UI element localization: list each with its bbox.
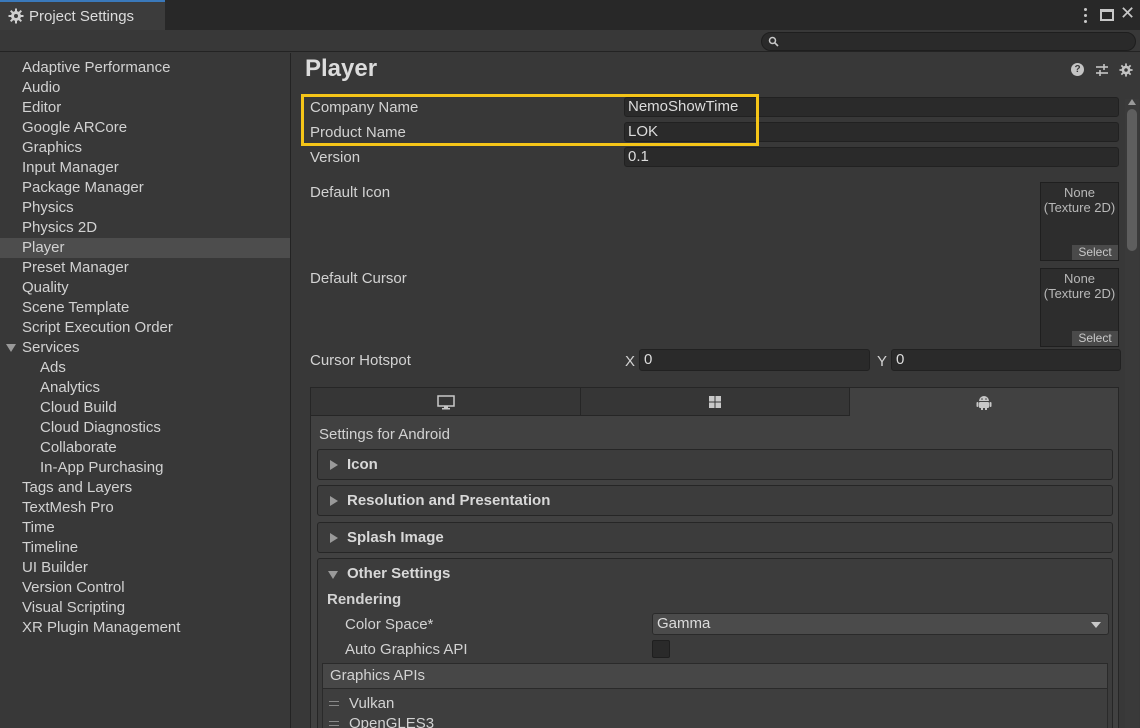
page-title: Player: [305, 55, 378, 82]
sidebar-item-services[interactable]: Services: [0, 338, 290, 358]
scroll-thumb[interactable]: [1127, 109, 1137, 251]
texture-type-text: (Texture 2D): [1043, 200, 1116, 215]
resolution-foldout[interactable]: Resolution and Presentation: [317, 485, 1113, 516]
title-bar: Project Settings ✕: [0, 0, 1140, 30]
select-button[interactable]: Select: [1072, 331, 1118, 346]
monitor-icon: [436, 395, 455, 410]
sidebar-item-visual-scripting[interactable]: Visual Scripting: [0, 598, 290, 618]
toolbar: [0, 30, 1140, 52]
presets-icon[interactable]: [1095, 63, 1109, 77]
platform-tabs: [311, 388, 1118, 416]
sidebar-item-timeline[interactable]: Timeline: [0, 538, 290, 558]
dropdown-arrow-icon: [1091, 622, 1101, 628]
color-space-dropdown[interactable]: Gamma: [652, 613, 1109, 635]
android-icon: [976, 396, 992, 410]
player-settings-panel: Player ? Company Name NemoShowTime Produ…: [292, 53, 1140, 728]
sidebar-item-preset-manager[interactable]: Preset Manager: [0, 258, 290, 278]
windows-icon: [709, 396, 721, 408]
sidebar-item-time[interactable]: Time: [0, 518, 290, 538]
sidebar-item-ui-builder[interactable]: UI Builder: [0, 558, 290, 578]
foldout-title: Resolution and Presentation: [347, 492, 551, 509]
rendering-heading: Rendering: [327, 591, 402, 608]
drag-handle-icon[interactable]: [329, 721, 339, 726]
cursor-hotspot-label: Cursor Hotspot: [310, 352, 411, 369]
texture-none-text: None: [1063, 185, 1096, 200]
sidebar-item-tags-and-layers[interactable]: Tags and Layers: [0, 478, 290, 498]
vertical-scrollbar[interactable]: [1125, 99, 1139, 728]
default-icon-slot[interactable]: None (Texture 2D) Select: [1040, 182, 1119, 261]
icon-foldout[interactable]: Icon: [317, 449, 1113, 480]
sidebar-item-editor[interactable]: Editor: [0, 98, 290, 118]
window-title: Project Settings: [29, 7, 135, 25]
graphics-apis-header: Graphics APIs: [323, 664, 1107, 689]
texture-type-text: (Texture 2D): [1043, 286, 1116, 301]
texture-none-text: None: [1063, 271, 1096, 286]
collapsed-arrow-icon: [330, 460, 338, 470]
tab-windows[interactable]: [581, 388, 850, 416]
foldout-title: Other Settings: [347, 565, 451, 582]
sidebar-item-textmesh-pro[interactable]: TextMesh Pro: [0, 498, 290, 518]
sidebar-item-package-manager[interactable]: Package Manager: [0, 178, 290, 198]
close-icon[interactable]: ✕: [1120, 4, 1135, 22]
sidebar-item-adaptive-performance[interactable]: Adaptive Performance: [0, 58, 290, 78]
foldout-title: Icon: [347, 456, 378, 473]
auto-graphics-api-checkbox[interactable]: [652, 640, 670, 658]
sidebar-item-google-arcore[interactable]: Google ARCore: [0, 118, 290, 138]
sidebar-item-audio[interactable]: Audio: [0, 78, 290, 98]
sidebar-item-in-app-purchasing[interactable]: In-App Purchasing: [0, 458, 290, 478]
sidebar-item-version-control[interactable]: Version Control: [0, 578, 290, 598]
maximize-icon[interactable]: [1100, 9, 1114, 21]
sidebar-item-ads[interactable]: Ads: [0, 358, 290, 378]
color-space-label: Color Space*: [345, 616, 434, 633]
scroll-up-arrow-icon[interactable]: [1128, 99, 1136, 105]
graphics-apis-list: Graphics APIs Vulkan OpenGLES3: [322, 663, 1108, 728]
default-cursor-label: Default Cursor: [310, 270, 407, 287]
other-settings-foldout[interactable]: Other Settings Rendering Color Space* Ga…: [317, 558, 1113, 728]
splash-image-foldout[interactable]: Splash Image: [317, 522, 1113, 553]
version-label: Version: [310, 149, 361, 166]
collapsed-arrow-icon: [330, 533, 338, 543]
color-space-value: Gamma: [657, 615, 711, 632]
expanded-arrow-icon: [328, 571, 338, 579]
hotspot-x-field[interactable]: 0: [639, 349, 870, 371]
sidebar-item-analytics[interactable]: Analytics: [0, 378, 290, 398]
sidebar-item-input-manager[interactable]: Input Manager: [0, 158, 290, 178]
hotspot-y-label: Y: [877, 353, 888, 370]
default-cursor-slot[interactable]: None (Texture 2D) Select: [1040, 268, 1119, 347]
highlight-box: [301, 94, 759, 146]
sidebar-item-xr-plugin-management[interactable]: XR Plugin Management: [0, 618, 290, 638]
sidebar-item-physics[interactable]: Physics: [0, 198, 290, 218]
gear-icon: [8, 8, 24, 24]
sidebar-item-quality[interactable]: Quality: [0, 278, 290, 298]
settings-gear-icon[interactable]: [1119, 63, 1133, 77]
tab-android[interactable]: [850, 388, 1118, 416]
default-icon-label: Default Icon: [310, 184, 391, 201]
sidebar-item-scene-template[interactable]: Scene Template: [0, 298, 290, 318]
hotspot-x-label: X: [625, 353, 636, 370]
settings-sidebar: Adaptive Performance Audio Editor Google…: [0, 53, 291, 728]
platform-settings-panel: Settings for Android Icon Resolution and…: [310, 387, 1119, 728]
sidebar-item-collaborate[interactable]: Collaborate: [0, 438, 290, 458]
expand-arrow-icon[interactable]: [6, 344, 16, 352]
collapsed-arrow-icon: [330, 496, 338, 506]
sidebar-item-player[interactable]: Player: [0, 238, 290, 258]
sidebar-item-cloud-build[interactable]: Cloud Build: [0, 398, 290, 418]
foldout-title: Splash Image: [347, 529, 444, 546]
settings-for-label: Settings for Android: [319, 426, 450, 443]
auto-graphics-api-label: Auto Graphics API: [345, 641, 468, 658]
version-field[interactable]: 0.1: [624, 147, 1119, 167]
sidebar-item-script-execution-order[interactable]: Script Execution Order: [0, 318, 290, 338]
window-tab-project-settings[interactable]: Project Settings: [0, 0, 165, 30]
search-icon: [768, 36, 779, 47]
more-options-icon[interactable]: [1080, 8, 1090, 23]
sidebar-item-graphics[interactable]: Graphics: [0, 138, 290, 158]
search-input[interactable]: [761, 32, 1136, 51]
select-button[interactable]: Select: [1072, 245, 1118, 260]
help-icon[interactable]: ?: [1071, 63, 1084, 76]
sidebar-item-cloud-diagnostics[interactable]: Cloud Diagnostics: [0, 418, 290, 438]
hotspot-y-field[interactable]: 0: [891, 349, 1121, 371]
drag-handle-icon[interactable]: [329, 701, 339, 706]
tab-standalone[interactable]: [311, 388, 581, 416]
sidebar-item-physics-2d[interactable]: Physics 2D: [0, 218, 290, 238]
